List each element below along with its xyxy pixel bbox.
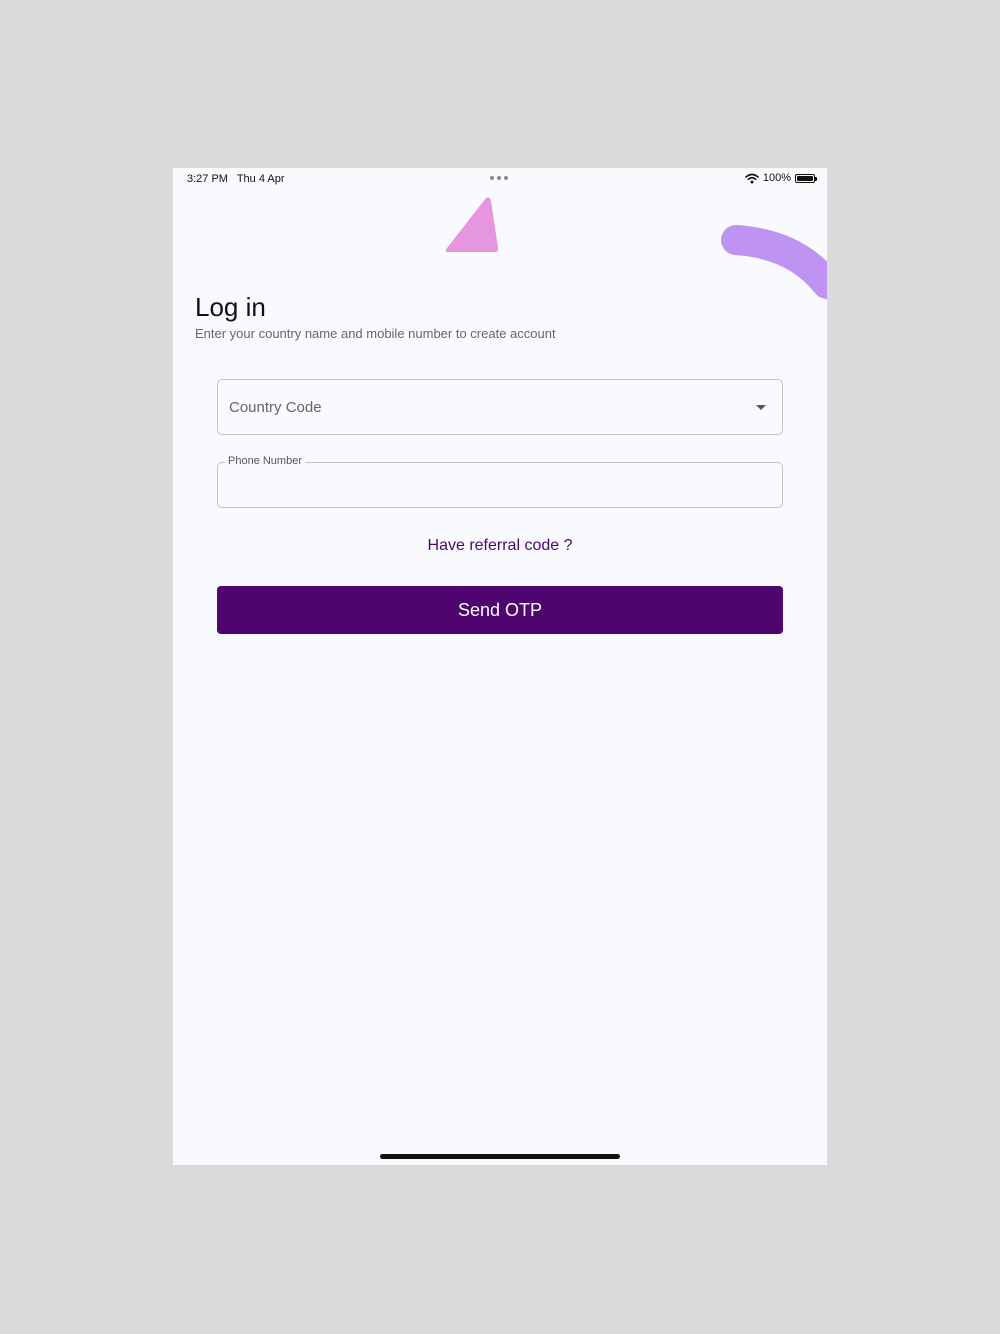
chevron-down-icon xyxy=(756,405,766,410)
app-screen: 3:27 PM Thu 4 Apr 100% Log in Enter your… xyxy=(173,168,827,1165)
status-time: 3:27 PM xyxy=(187,173,228,185)
battery-icon xyxy=(795,173,817,183)
triangle-decoration xyxy=(445,197,499,252)
status-right: 100% xyxy=(745,172,817,184)
arc-decoration xyxy=(721,225,827,299)
status-bar: 3:27 PM Thu 4 Apr 100% xyxy=(173,168,827,190)
phone-number-field[interactable]: Phone Number xyxy=(217,455,783,508)
phone-number-label: Phone Number xyxy=(225,455,305,467)
home-indicator[interactable] xyxy=(380,1154,620,1159)
page-title: Log in xyxy=(195,292,266,322)
status-left: 3:27 PM Thu 4 Apr xyxy=(187,173,291,185)
battery-percent: 100% xyxy=(762,172,791,184)
referral-code-link[interactable]: Have referral code ? xyxy=(173,537,827,555)
wifi-icon xyxy=(745,173,759,183)
page-subtitle: Enter your country name and mobile numbe… xyxy=(195,326,556,341)
country-code-dropdown[interactable]: Country Code xyxy=(217,379,783,435)
multitasking-dots-icon[interactable] xyxy=(490,176,508,180)
country-code-placeholder: Country Code xyxy=(229,399,322,416)
send-otp-button[interactable]: Send OTP xyxy=(217,586,783,634)
status-date: Thu 4 Apr xyxy=(236,173,285,185)
